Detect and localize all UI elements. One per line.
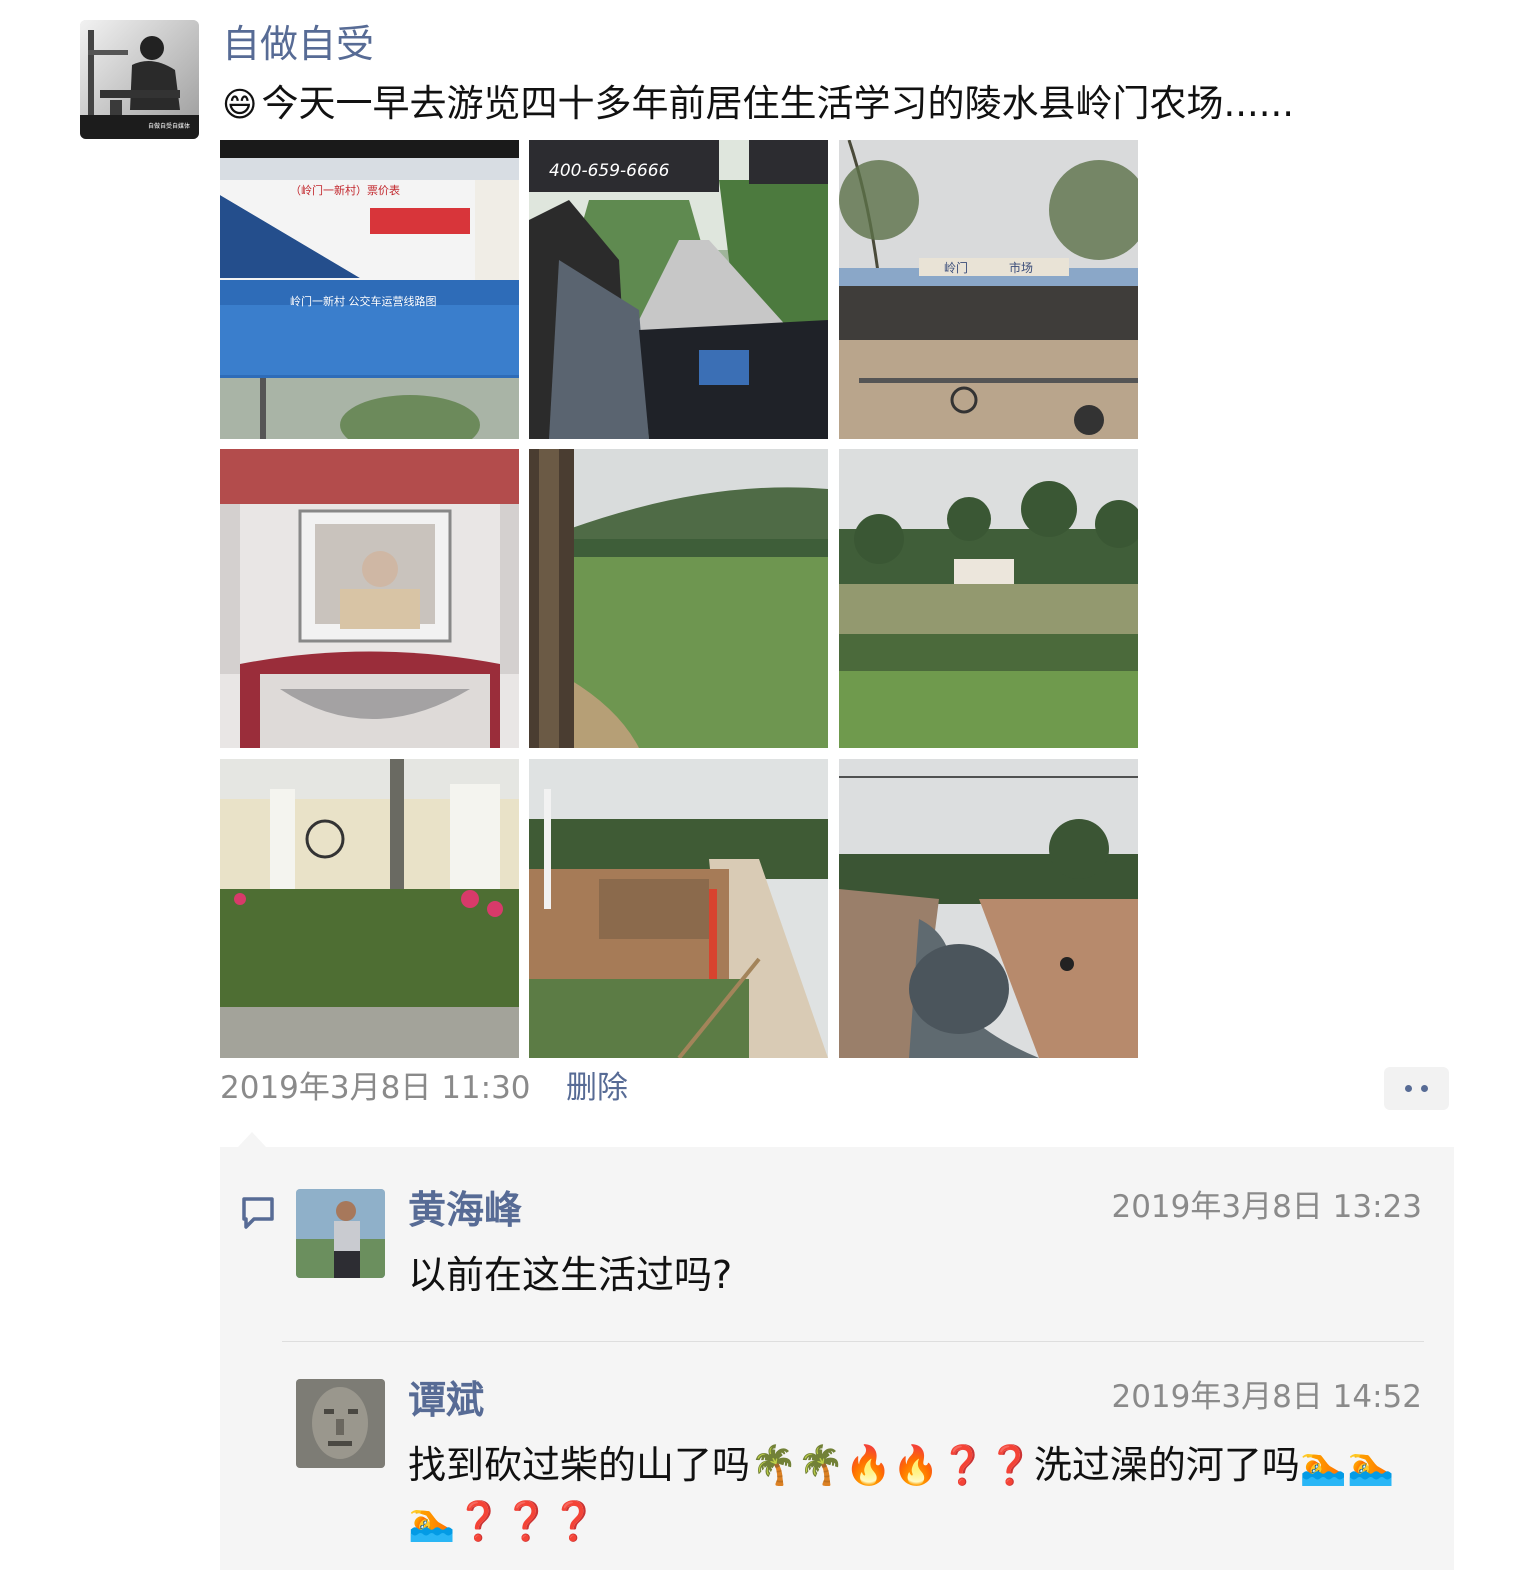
comment-text: 找到砍过柴的山了吗🌴🌴🔥🔥❓❓洗过澡的河了吗🏊🏊🏊❓❓❓ — [408, 1443, 1395, 1543]
commenter-avatar[interactable] — [296, 1189, 385, 1278]
photo-construction-road[interactable] — [529, 759, 828, 1058]
commenter-avatar[interactable] — [296, 1379, 385, 1468]
comment-timestamp: 2019年3月8日 14:52 — [1111, 1379, 1422, 1415]
more-dot — [1405, 1085, 1412, 1092]
comment-divider — [282, 1341, 1424, 1342]
photo-palm-trees-field[interactable] — [839, 449, 1138, 748]
comment-text: 以前在这生活过吗? — [408, 1253, 733, 1297]
photo-bus-driver-road[interactable]: 400-659-6666 — [529, 140, 828, 439]
post-text: 😄 今天一早去游览四十多年前居住生活学习的陵水县岭门农场...... — [222, 78, 1294, 131]
grinning-emoji-icon: 😄 — [222, 85, 258, 125]
photo-mural-wall-flowers[interactable] — [220, 759, 519, 1058]
photo-green-field-hills[interactable] — [529, 449, 828, 748]
commenter-name[interactable]: 谭斌 — [408, 1375, 484, 1425]
bus-hotline-number: 400-659-6666 — [549, 161, 670, 181]
moments-post: 自做自受自媒体 自做自受 😄 今天一早去游览四十多年前居住生活学习的陵水县岭门农场… — [0, 0, 1536, 1570]
poster-avatar[interactable]: 自做自受自媒体 — [80, 20, 199, 139]
more-dot — [1421, 1085, 1428, 1092]
poster-name[interactable]: 自做自受 — [222, 18, 374, 70]
photo-river-rocks[interactable] — [839, 759, 1138, 1058]
more-dots-icon[interactable] — [1384, 1067, 1449, 1110]
market-sign-left: 岭门 — [944, 260, 968, 275]
comment-bubble-icon — [242, 1197, 274, 1229]
fare-sign-route: 岭门一新村 公交车运营线路图 — [290, 294, 437, 308]
market-sign-right: 市场 — [1009, 260, 1033, 275]
fare-sign-title: （岭门一新村）票价表 — [290, 183, 400, 197]
post-timestamp: 2019年3月8日 11:30 — [220, 1070, 531, 1106]
photo-vehicle-cabin[interactable] — [220, 449, 519, 748]
photo-bus-fare-sign[interactable]: （岭门一新村）票价表 岭门一新村 公交车运营线路图 — [220, 140, 519, 439]
photo-market-building[interactable]: 岭门 市场 — [839, 140, 1138, 439]
commenter-name[interactable]: 黄海峰 — [408, 1185, 522, 1235]
comment-timestamp: 2019年3月8日 13:23 — [1111, 1189, 1422, 1225]
delete-post-link[interactable]: 删除 — [566, 1066, 628, 1110]
avatar-caption: 自做自受自媒体 — [148, 122, 190, 130]
photo-grid: （岭门一新村）票价表 岭门一新村 公交车运营线路图 400-659-6666 岭… — [220, 140, 1138, 1058]
post-text-body: 今天一早去游览四十多年前居住生活学习的陵水县岭门农场...... — [261, 82, 1295, 125]
comments-panel: 黄海峰 2019年3月8日 13:23 以前在这生活过吗? 谭斌 2019年3月… — [220, 1147, 1454, 1570]
comments-pointer — [238, 1132, 266, 1147]
